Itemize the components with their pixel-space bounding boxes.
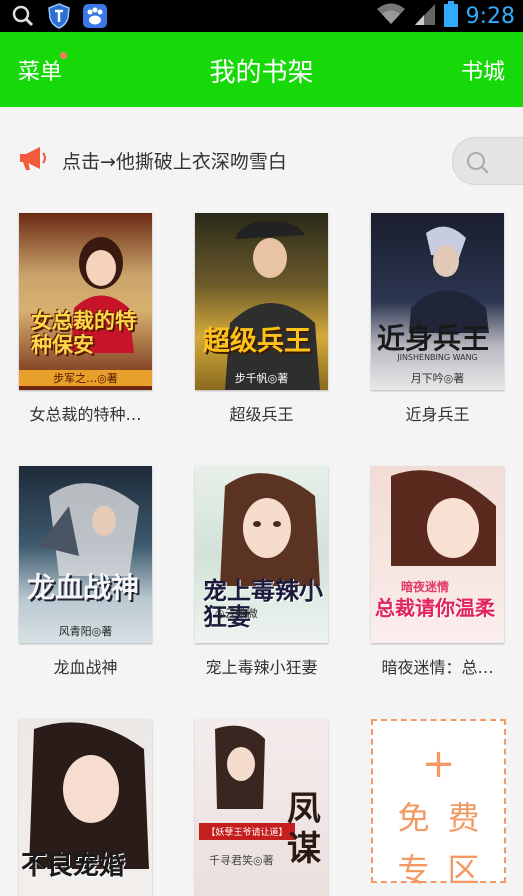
book-title[interactable]: 龙血战神 bbox=[0, 654, 172, 678]
book-cover[interactable]: 女总裁的特种保安 步军之…◎著 bbox=[19, 213, 152, 390]
battery-icon bbox=[443, 1, 458, 31]
search-button[interactable] bbox=[452, 137, 523, 185]
book-title[interactable]: 暗夜迷情：总… bbox=[351, 654, 523, 678]
status-bar: 9:28 bbox=[0, 0, 523, 32]
app-header: 菜单 我的书架 书城 bbox=[0, 32, 523, 107]
cover-author: 步军之…◎著 bbox=[19, 370, 152, 386]
cover-author: 千寻君笑◎著 bbox=[209, 854, 274, 867]
book-item[interactable]: 龙血战神 风青阳◎著 龙血战神 bbox=[19, 466, 152, 677]
free-zone-label-line1: 免费 bbox=[397, 799, 498, 837]
megaphone-icon bbox=[18, 145, 48, 175]
notice-text[interactable]: 点击→他撕破上衣深吻雪白 bbox=[62, 147, 287, 174]
book-title[interactable]: 宠上毒辣小狂妻 bbox=[175, 654, 348, 678]
book-cover[interactable]: 不良宠婚 bbox=[19, 719, 152, 896]
cover-author: 风青阳◎著 bbox=[58, 625, 113, 638]
shield-icon bbox=[46, 3, 72, 29]
cover-author: 月下吟◎著 bbox=[410, 372, 465, 385]
notice-bar[interactable]: 点击→他撕破上衣深吻雪白 bbox=[0, 107, 523, 207]
book-cover[interactable]: 近身兵王 JINSHENBING WANG 月下吟◎著 bbox=[371, 213, 504, 390]
book-item[interactable]: 暗夜迷情 总裁请你温柔 暗夜迷情：总… bbox=[371, 466, 504, 677]
paw-icon bbox=[82, 3, 108, 29]
plus-icon: + bbox=[421, 741, 456, 787]
cover-subtitle: 【妖孽王爷请让道】 bbox=[199, 823, 295, 840]
cover-title: 近身兵王 bbox=[377, 322, 490, 355]
book-cover[interactable]: 暗夜迷情 总裁请你温柔 bbox=[371, 466, 504, 643]
cover-title: 龙血战神 bbox=[27, 571, 140, 604]
free-zone-button[interactable]: + 免费 专区 bbox=[371, 719, 506, 889]
free-zone-label-line2: 专区 bbox=[397, 851, 498, 889]
book-item[interactable]: 宠上毒辣小狂妻 ◎云维微 宠上毒辣小狂妻 bbox=[195, 466, 328, 677]
book-item[interactable]: 女总裁的特种保安 步军之…◎著 女总裁的特种… bbox=[19, 213, 152, 424]
search-icon bbox=[467, 152, 489, 174]
wifi-icon bbox=[376, 2, 406, 30]
book-title[interactable]: 超级兵王 bbox=[175, 401, 348, 425]
book-cover[interactable]: 宠上毒辣小狂妻 ◎云维微 bbox=[195, 466, 328, 643]
book-cover[interactable]: 【妖孽王爷请让道】 凤谋 千寻君笑◎著 bbox=[195, 719, 328, 896]
signal-icon bbox=[414, 2, 436, 30]
book-item[interactable]: 近身兵王 JINSHENBING WANG 月下吟◎著 近身兵王 bbox=[371, 213, 504, 424]
book-item[interactable]: 【妖孽王爷请让道】 凤谋 千寻君笑◎著 bbox=[195, 719, 328, 896]
book-cover[interactable]: 龙血战神 风青阳◎著 bbox=[19, 466, 152, 643]
page-title: 我的书架 bbox=[209, 58, 314, 88]
cover-title: 总裁请你温柔 bbox=[375, 596, 495, 620]
cover-title: 宠上毒辣小狂妻 bbox=[203, 576, 323, 631]
cover-title: 不良宠婚 bbox=[21, 851, 126, 881]
search-icon bbox=[10, 3, 36, 29]
cover-subtitle: JINSHENBING WANG bbox=[397, 353, 478, 362]
cover-title: 超级兵王 bbox=[203, 326, 311, 357]
cover-title: 女总裁的特种保安 bbox=[31, 308, 136, 357]
book-title[interactable]: 女总裁的特种… bbox=[0, 401, 172, 425]
cover-author: 步千帆◎著 bbox=[234, 372, 289, 385]
cover-author: ◎云维微 bbox=[215, 607, 258, 620]
clock: 9:28 bbox=[465, 3, 515, 29]
book-item[interactable]: 超级兵王 步千帆◎著 超级兵王 bbox=[195, 213, 328, 424]
book-item[interactable]: 不良宠婚 bbox=[19, 719, 152, 896]
book-title[interactable]: 近身兵王 bbox=[351, 401, 523, 425]
bookstore-button[interactable]: 书城 bbox=[461, 54, 505, 86]
book-cover[interactable]: 超级兵王 步千帆◎著 bbox=[195, 213, 328, 390]
